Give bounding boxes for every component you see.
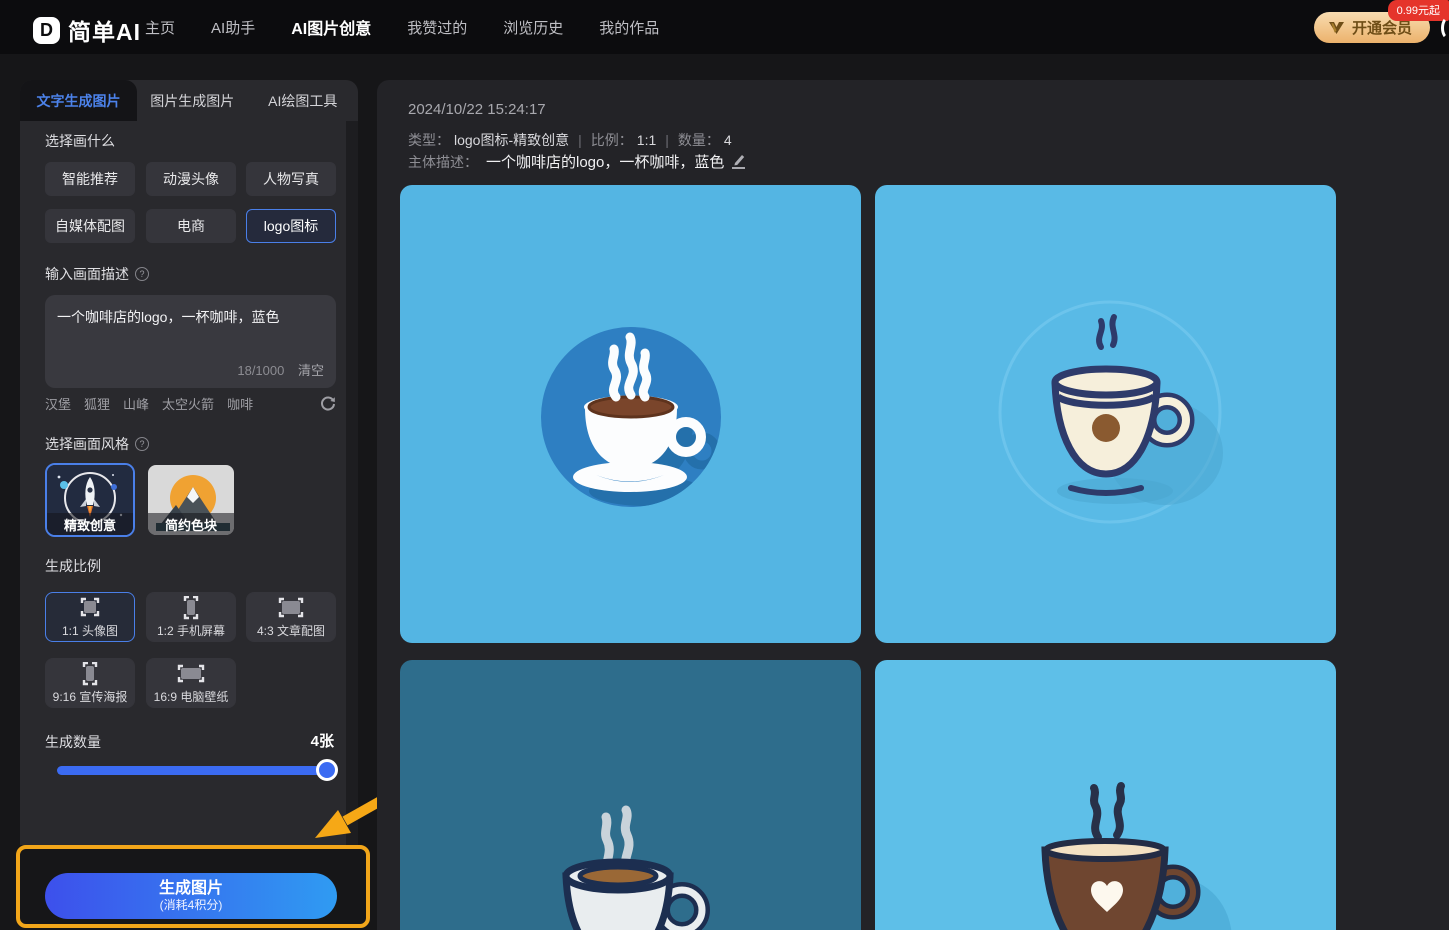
ratio-16-9-icon — [176, 662, 206, 686]
generated-image-3[interactable] — [400, 660, 861, 930]
type-label: 类型： — [408, 130, 450, 150]
suggestion-tag-burger[interactable]: 汉堡 — [45, 394, 71, 413]
generate-button-label: 生成图片 — [159, 880, 223, 898]
clear-prompt-button[interactable]: 清空 — [298, 363, 324, 378]
coffee-logo-outline-cup — [875, 185, 1336, 643]
generation-timestamp: 2024/10/22 15:24:17 — [408, 101, 546, 118]
ratio-section-title: 生成比例 — [45, 556, 101, 576]
help-icon[interactable]: ? — [135, 437, 149, 451]
vip-price-badge: 0.99元起 — [1388, 0, 1449, 21]
generated-image-2[interactable] — [875, 185, 1336, 643]
sidebar-tabs: 文字生成图片 图片生成图片 AI绘图工具 — [20, 80, 358, 121]
app-window: D 简单AI 主页 AI助手 AI图片创意 我赞过的 浏览历史 我的作品 开通会… — [0, 0, 1449, 930]
style-section-title: 选择画面风格 ? — [45, 434, 149, 454]
subject-option-ecommerce[interactable]: 电商 — [146, 209, 236, 243]
slider-handle[interactable] — [316, 759, 338, 781]
main-navigation: 主页 AI助手 AI图片创意 我赞过的 浏览历史 我的作品 — [145, 0, 659, 54]
count-section-title: 生成数量 — [45, 732, 101, 752]
subject-section-title: 选择画什么 — [45, 131, 115, 151]
ratio-1-2-icon — [176, 596, 206, 620]
ratio-label: 比例： — [591, 130, 633, 150]
subject-option-portrait[interactable]: 人物写真 — [246, 162, 336, 196]
vip-crown-icon — [1328, 21, 1345, 35]
nav-item-home[interactable]: 主页 — [145, 17, 175, 38]
subject-option-smart-recommend[interactable]: 智能推荐 — [45, 162, 135, 196]
generation-meta: 类型： logo图标-精致创意 | 比例： 1:1 | 数量： 4 — [408, 130, 732, 150]
top-navbar: D 简单AI 主页 AI助手 AI图片创意 我赞过的 浏览历史 我的作品 开通会… — [0, 0, 1449, 54]
count-value: 4 — [724, 132, 732, 148]
help-icon[interactable]: ? — [135, 267, 149, 281]
suggestion-tag-mountain[interactable]: 山峰 — [123, 394, 149, 413]
subject-option-logo-icon[interactable]: logo图标 — [246, 209, 336, 243]
ratio-value: 1:1 — [637, 132, 656, 148]
tab-ai-drawing-tools[interactable]: AI绘图工具 — [248, 80, 359, 121]
ratio-option-label: 4:3 文章配图 — [257, 622, 325, 639]
description-value: 一个咖啡店的logo，一杯咖啡，蓝色 — [486, 151, 724, 172]
type-value: logo图标-精致创意 — [454, 130, 569, 150]
results-panel: 2024/10/22 15:24:17 类型： logo图标-精致创意 | 比例… — [377, 80, 1449, 930]
ratio-option-label: 1:1 头像图 — [62, 622, 118, 639]
char-counter: 18/1000 — [237, 363, 284, 378]
refresh-suggestions-icon[interactable] — [320, 396, 336, 412]
ratio-9-16-icon — [75, 662, 105, 686]
nav-item-history[interactable]: 浏览历史 — [503, 17, 563, 38]
subject-option-media-illustration[interactable]: 自媒体配图 — [45, 209, 135, 243]
ratio-option-1-2[interactable]: 1:2 手机屏幕 — [146, 592, 236, 642]
style-option-fine-creative[interactable]: 精致创意 — [45, 463, 135, 537]
ratio-option-label: 16:9 电脑壁纸 — [154, 688, 229, 705]
subject-description: 主体描述： 一个咖啡店的logo，一杯咖啡，蓝色 — [408, 151, 745, 172]
suggestion-tag-rocket[interactable]: 太空火箭 — [162, 394, 214, 413]
ratio-option-label: 9:16 宣传海报 — [53, 688, 128, 705]
ratio-1-1-icon — [75, 596, 105, 620]
generated-image-1[interactable] — [400, 185, 861, 643]
nav-item-liked[interactable]: 我赞过的 — [407, 17, 467, 38]
ratio-option-4-3[interactable]: 4:3 文章配图 — [246, 592, 336, 642]
separator: | — [665, 132, 669, 148]
count-slider[interactable] — [57, 766, 327, 775]
nav-item-ai-assistant[interactable]: AI助手 — [211, 17, 255, 38]
ratio-option-16-9[interactable]: 16:9 电脑壁纸 — [146, 658, 236, 708]
edit-description-icon[interactable] — [732, 154, 745, 169]
separator: | — [578, 132, 582, 148]
ratio-option-9-16[interactable]: 9:16 宣传海报 — [45, 658, 135, 708]
suggestion-tag-fox[interactable]: 狐狸 — [84, 394, 110, 413]
logo-text: 简单AI — [68, 13, 141, 47]
ratio-4-3-icon — [276, 596, 306, 620]
sidebar-scrollbar[interactable] — [346, 121, 358, 845]
partially-visible-element — [1441, 16, 1449, 40]
coffee-logo-teal — [400, 660, 861, 930]
count-value: 4张 — [311, 730, 334, 751]
nav-item-ai-image-creation[interactable]: AI图片创意 — [291, 15, 371, 39]
tab-text-to-image[interactable]: 文字生成图片 — [20, 80, 137, 121]
generation-settings-panel: 文字生成图片 图片生成图片 AI绘图工具 选择画什么 智能推荐 动漫头像 人物写… — [20, 80, 358, 845]
generate-button-cost: (消耗4积分) — [160, 898, 223, 912]
app-logo[interactable]: D 简单AI — [33, 13, 141, 47]
prompt-suggestions: 汉堡 狐狸 山峰 太空火箭 咖啡 — [45, 394, 336, 413]
nav-item-my-works[interactable]: 我的作品 — [599, 17, 659, 38]
coffee-logo-flat-circle — [400, 185, 861, 643]
coffee-logo-heart-cup — [875, 660, 1336, 930]
style-section-title-text: 选择画面风格 — [45, 434, 129, 454]
style-option-simple-blocks[interactable]: 简约色块 — [146, 463, 236, 537]
prompt-text-value: 一个咖啡店的logo，一杯咖啡，蓝色 — [57, 307, 324, 328]
style-option-label: 简约色块 — [148, 513, 234, 535]
ratio-option-label: 1:2 手机屏幕 — [157, 622, 225, 639]
style-option-label: 精致创意 — [47, 513, 133, 535]
description-label: 主体描述： — [408, 152, 478, 172]
count-label: 数量： — [678, 130, 720, 150]
logo-icon: D — [33, 17, 60, 44]
prompt-input[interactable]: 一个咖啡店的logo，一杯咖啡，蓝色 18/1000 清空 — [45, 295, 336, 388]
prompt-section-title-text: 输入画面描述 — [45, 264, 129, 284]
prompt-section-title: 输入画面描述 ? — [45, 264, 149, 284]
ratio-option-1-1[interactable]: 1:1 头像图 — [45, 592, 135, 642]
prompt-footer: 18/1000 清空 — [237, 360, 324, 379]
tab-image-to-image[interactable]: 图片生成图片 — [137, 80, 248, 121]
suggestion-tag-coffee[interactable]: 咖啡 — [227, 394, 253, 413]
generate-image-button[interactable]: 生成图片 (消耗4积分) — [45, 873, 337, 919]
generated-image-4[interactable] — [875, 660, 1336, 930]
subject-option-anime-avatar[interactable]: 动漫头像 — [146, 162, 236, 196]
